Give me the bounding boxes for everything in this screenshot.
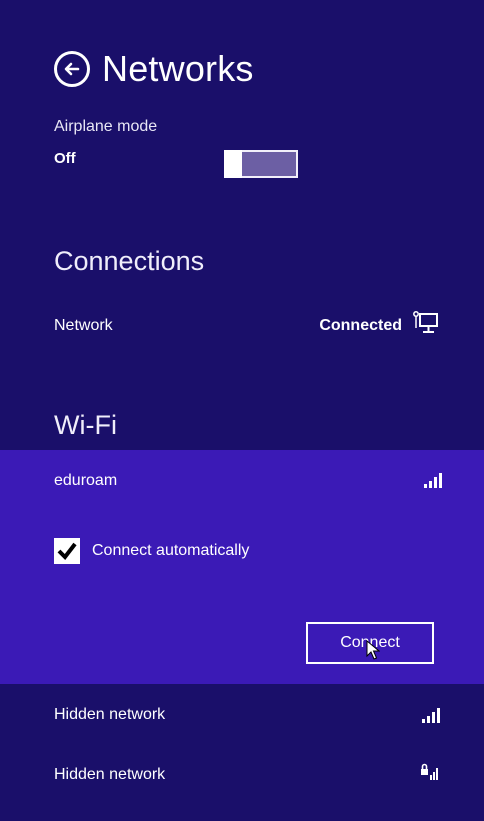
airplane-mode: Airplane mode Off — [54, 118, 157, 167]
wifi-title: Wi-Fi — [54, 410, 117, 440]
toggle-knob[interactable] — [224, 150, 242, 178]
airplane-mode-toggle[interactable] — [224, 150, 298, 178]
hidden-network-name: Hidden network — [54, 765, 166, 783]
connections-title: Connections — [54, 246, 205, 276]
connection-status: Connected — [319, 316, 402, 334]
networks-panel: Networks Airplane mode Off Connections N… — [0, 0, 484, 821]
hidden-network-row-2[interactable]: Hidden network — [54, 762, 440, 787]
connection-row-network[interactable]: Network Connected — [54, 310, 440, 341]
hidden-network-name: Hidden network — [54, 706, 166, 723]
connect-automatically-checkbox[interactable] — [54, 538, 80, 564]
airplane-mode-state: Off — [54, 150, 76, 167]
connection-name: Network — [54, 316, 113, 334]
wifi-secured-signal-icon — [420, 762, 440, 787]
connect-automatically-label: Connect automatically — [92, 542, 250, 559]
connect-automatically-option[interactable]: Connect automatically — [54, 538, 249, 564]
airplane-mode-label: Airplane mode — [54, 118, 158, 135]
network-name-eduroam[interactable]: eduroam — [54, 472, 117, 490]
mouse-cursor-icon — [366, 640, 380, 660]
hidden-network-row-1[interactable]: Hidden network — [54, 706, 440, 724]
wifi-signal-icon — [424, 472, 442, 488]
wifi-signal-icon — [422, 707, 440, 723]
back-arrow-circle-icon[interactable] — [54, 51, 90, 87]
wired-network-icon — [412, 310, 440, 341]
header: Networks — [54, 48, 254, 90]
page-title: Networks — [102, 48, 254, 89]
